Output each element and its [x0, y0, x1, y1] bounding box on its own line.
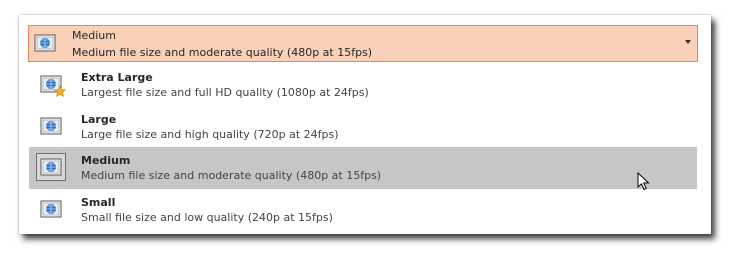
option-small[interactable]: Small Small file size and low quality (2… — [29, 189, 697, 231]
quality-dropdown[interactable]: Medium Medium file size and moderate qua… — [28, 25, 698, 62]
chevron-down-icon[interactable] — [685, 40, 691, 44]
quality-options-list: Extra Large Largest file size and full H… — [29, 64, 697, 230]
option-title: Large — [81, 112, 117, 126]
option-description: Largest file size and full HD quality (1… — [81, 86, 369, 99]
option-extra-large[interactable]: Extra Large Largest file size and full H… — [29, 64, 697, 106]
video-quality-star-icon — [40, 74, 67, 98]
selected-quality-description: Medium file size and moderate quality (4… — [72, 46, 373, 59]
option-description: Small file size and low quality (240p at… — [81, 210, 333, 224]
video-quality-icon — [34, 33, 56, 53]
video-quality-icon — [40, 199, 66, 223]
option-title: Extra Large — [81, 71, 153, 84]
option-large[interactable]: Large Large file size and high quality (… — [29, 106, 697, 148]
option-medium[interactable]: Medium Medium file size and moderate qua… — [29, 147, 697, 189]
option-title: Medium — [81, 154, 131, 167]
option-title: Small — [81, 195, 116, 209]
option-description: Large file size and high quality (720p a… — [81, 127, 339, 141]
mouse-pointer-icon — [637, 171, 651, 192]
quality-dropdown-panel: Medium Medium file size and moderate qua… — [19, 15, 711, 234]
video-quality-icon — [40, 116, 66, 140]
option-description: Medium file size and moderate quality (4… — [81, 169, 382, 182]
video-quality-icon — [36, 153, 66, 181]
selected-quality-title: Medium — [72, 29, 116, 42]
